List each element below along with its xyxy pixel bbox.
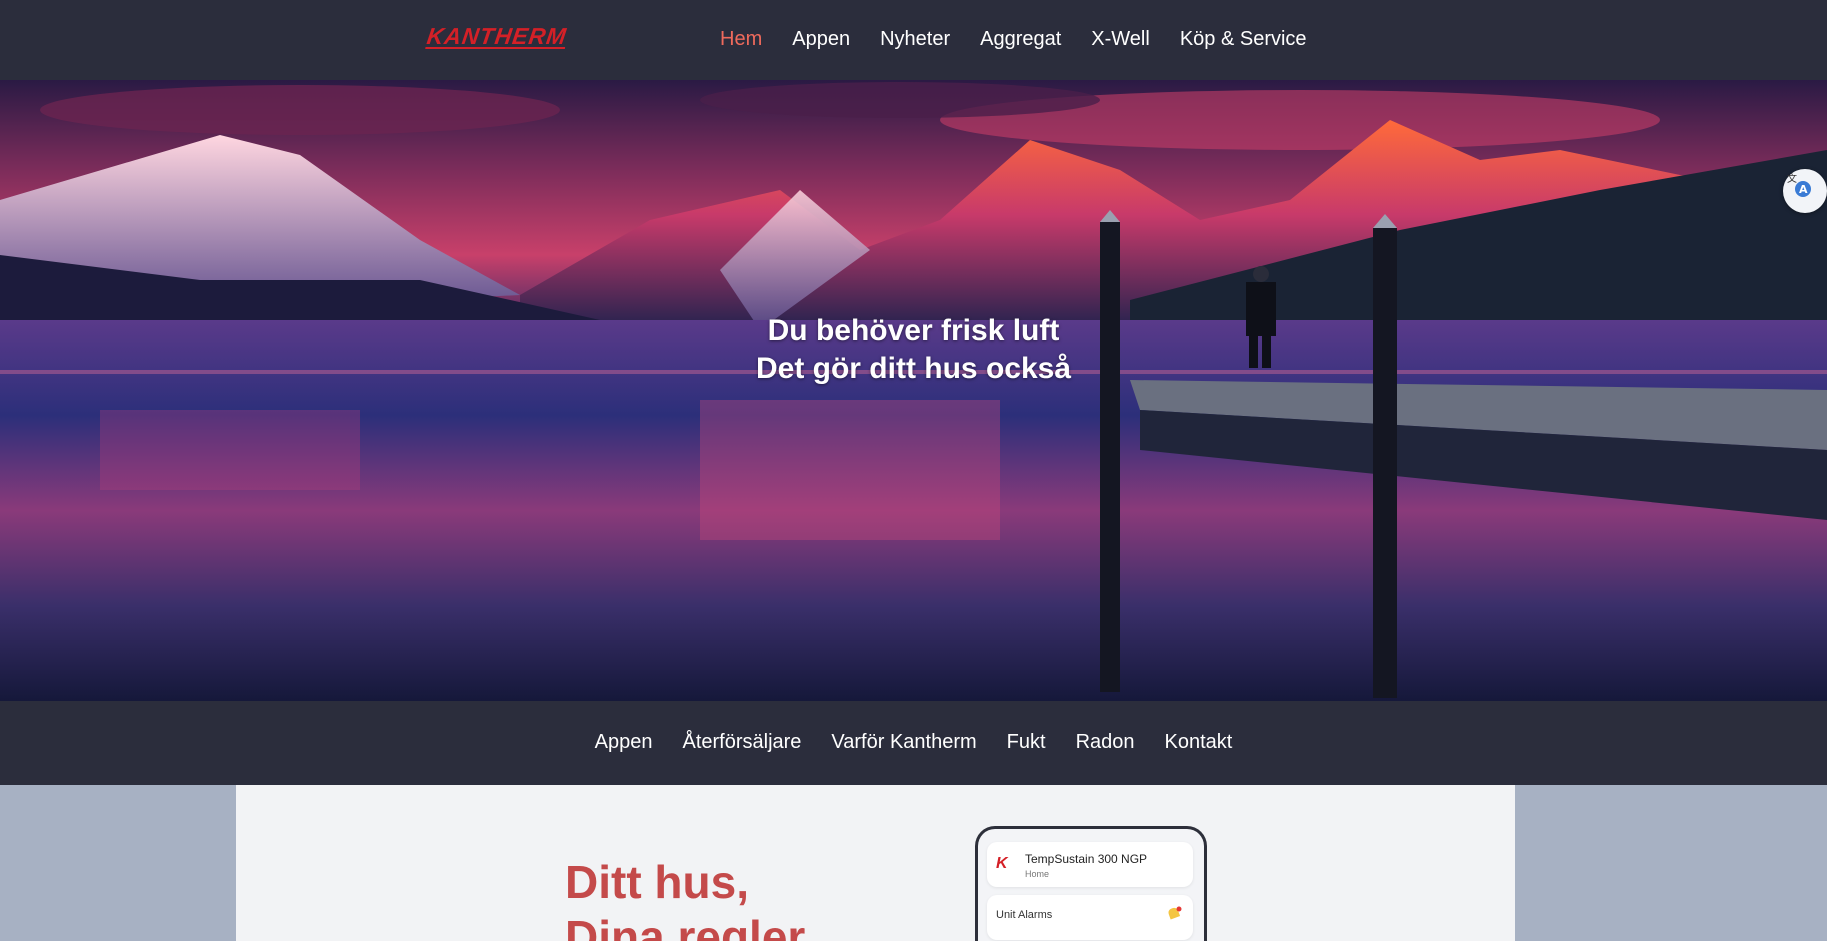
nav-item-hem[interactable]: Hem — [720, 28, 762, 51]
nav-item-appen[interactable]: Appen — [792, 28, 850, 51]
nav-item-aggregat[interactable]: Aggregat — [980, 28, 1061, 51]
unit-alarms-card[interactable]: Unit Alarms — [987, 895, 1193, 940]
promo-headline-line1: Ditt hus, — [565, 856, 749, 908]
subnav-item-appen[interactable]: Appen — [595, 731, 653, 754]
main-nav: Hem Appen Nyheter Aggregat X-Well Köp & … — [720, 28, 1307, 51]
translate-icon: 文 A — [1787, 172, 1811, 197]
nav-item-nyheter[interactable]: Nyheter — [880, 28, 950, 51]
promo-headline-line2: Dina regler — [565, 911, 806, 941]
nav-item-x-well[interactable]: X-Well — [1091, 28, 1150, 51]
subnav-item-fukt[interactable]: Fukt — [1007, 731, 1046, 754]
secondary-nav: Appen Återförsäljare Varför Kantherm Fuk… — [0, 731, 1827, 754]
device-card[interactable]: K TempSustain 300 NGP Home — [987, 842, 1193, 887]
bell-icon — [1168, 906, 1182, 920]
kantherm-k-logo: K — [996, 855, 1008, 872]
unit-alarms-label: Unit Alarms — [996, 909, 1053, 921]
hero-landscape-image — [0, 80, 1827, 701]
svg-text:A: A — [1799, 183, 1808, 196]
hero-tagline-1: Du behöver frisk luft — [767, 314, 1060, 347]
subnav-item-varfor-kantherm[interactable]: Varför Kantherm — [831, 731, 976, 754]
kantherm-logo[interactable]: KANTHERM — [425, 23, 568, 50]
promo-headline: Ditt hus, Dina regler — [565, 855, 805, 941]
svg-text:文: 文 — [1787, 172, 1797, 185]
translate-button[interactable]: 文 A — [1783, 169, 1827, 213]
subnav-item-aterforsaljare[interactable]: Återförsäljare — [682, 731, 801, 754]
subnav-item-kontakt[interactable]: Kontakt — [1165, 731, 1233, 754]
phone-mockup: K TempSustain 300 NGP Home Unit Alarms — [975, 826, 1207, 941]
nav-item-kop-service[interactable]: Köp & Service — [1180, 28, 1307, 51]
hero-tagline-2: Det gör ditt hus också — [755, 352, 1072, 385]
subnav-item-radon[interactable]: Radon — [1076, 731, 1135, 754]
secondary-navbar: Appen Återförsäljare Varför Kantherm Fuk… — [0, 701, 1827, 785]
app-promo-section: Ditt hus, Dina regler K TempSustain 300 … — [236, 785, 1515, 941]
hero-banner: Du behöver frisk luft Det gör ditt hus o… — [0, 80, 1827, 701]
device-location: Home — [1025, 869, 1050, 879]
top-navbar: KANTHERM Hem Appen Nyheter Aggregat X-We… — [0, 0, 1827, 80]
device-name: TempSustain 300 NGP — [1025, 852, 1148, 866]
